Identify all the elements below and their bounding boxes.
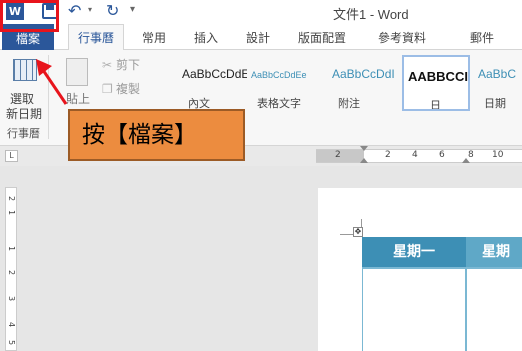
arrow-line (41, 69, 68, 105)
callout-box: 按【檔案】 (68, 109, 245, 161)
callout-arrow (36, 59, 68, 105)
